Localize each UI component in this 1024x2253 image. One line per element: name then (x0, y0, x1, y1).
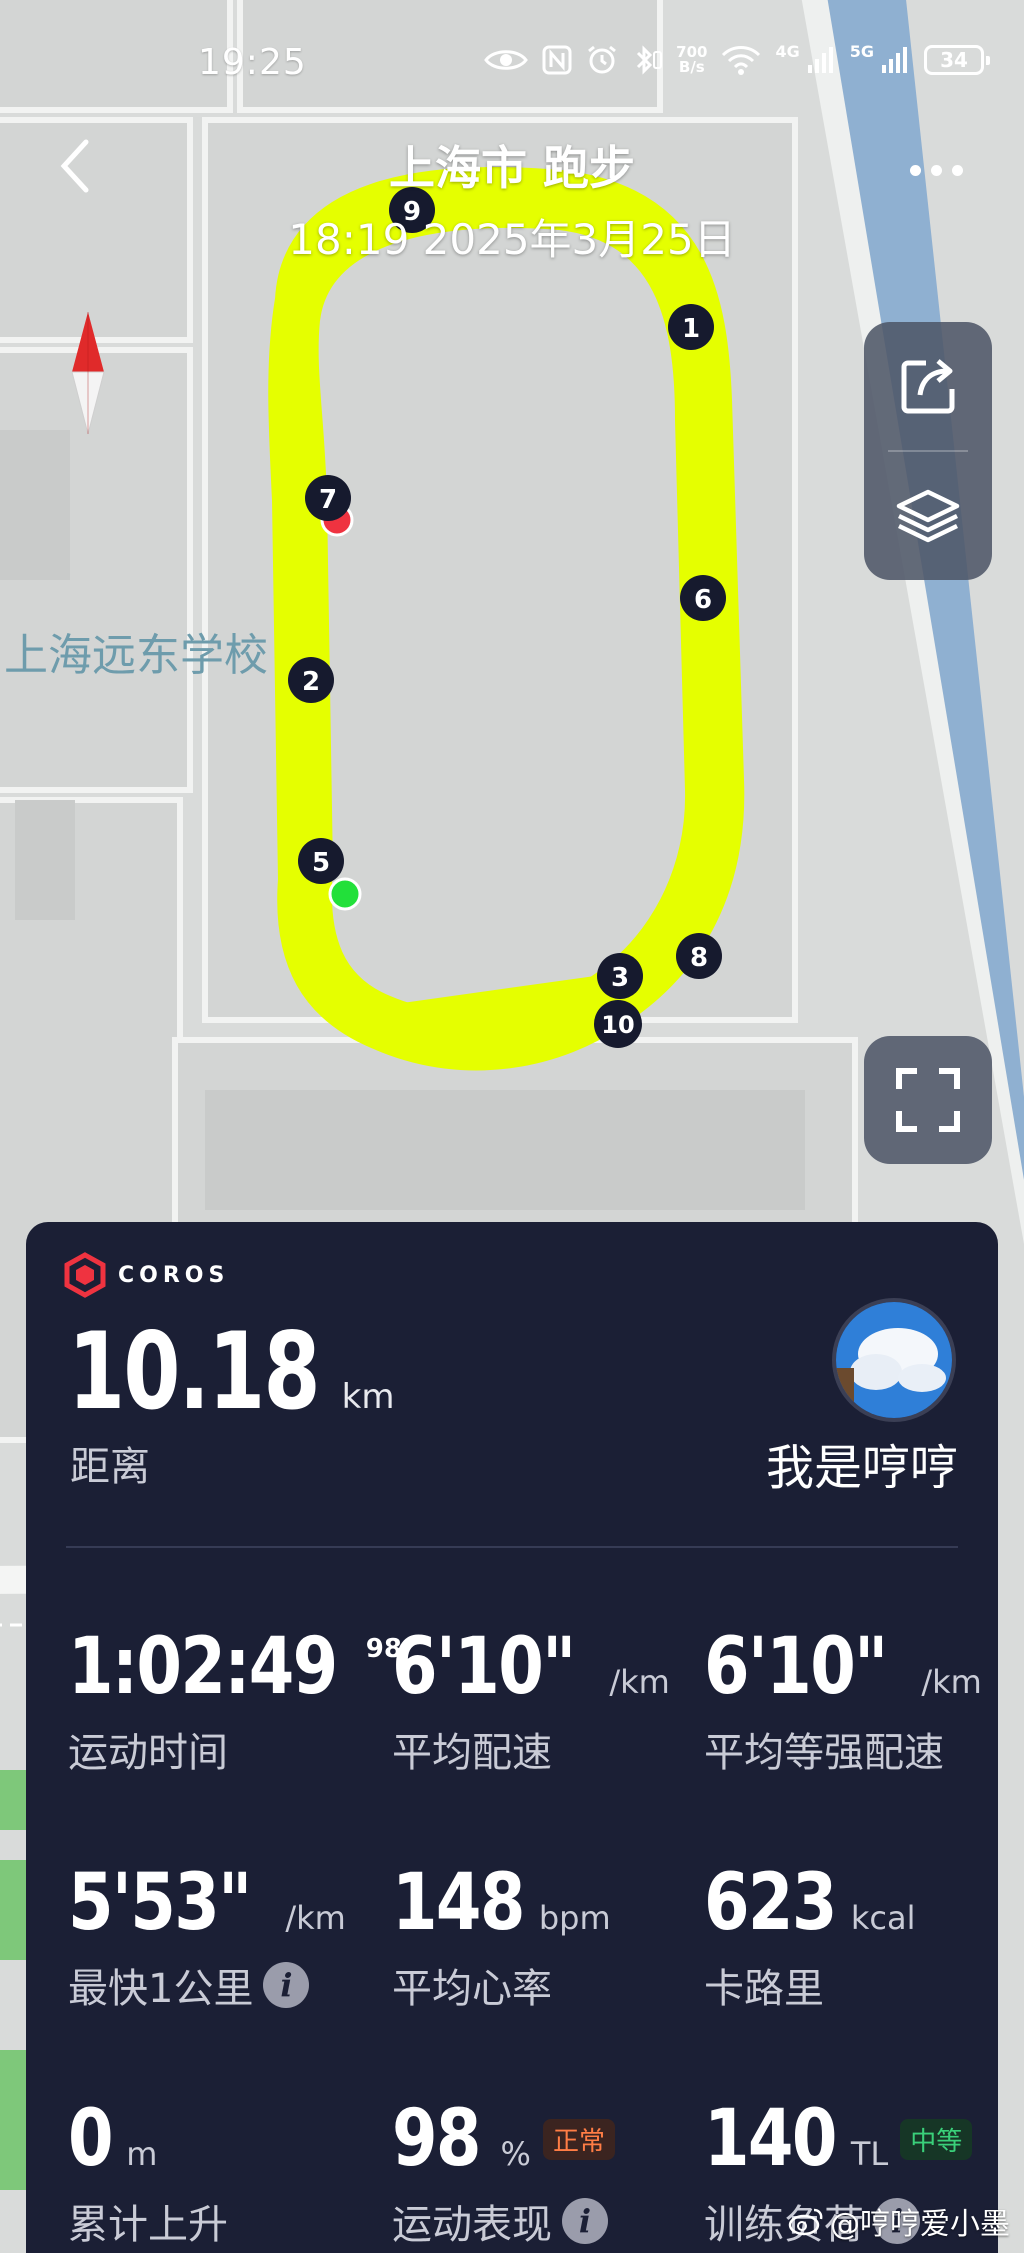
svg-text:6: 6 (694, 585, 712, 615)
signal-1-label: 4G (775, 42, 800, 61)
workout-summary-card: COROS 10.18 km 距离 我是哼哼 1:02:49 98 运动时间 6'… (26, 1222, 998, 2253)
start-marker[interactable] (328, 877, 362, 911)
lap-marker-1[interactable]: 1 (668, 304, 714, 350)
lap-marker-2[interactable]: 2 (288, 657, 334, 703)
page-title: 上海市 跑步 (388, 141, 635, 195)
map-tools (864, 322, 992, 580)
stat-elevation-gain: 0m 累计上升 (68, 2094, 228, 2248)
dot-icon (931, 164, 942, 176)
svg-text:7: 7 (319, 485, 337, 515)
svg-text:1: 1 (682, 314, 700, 344)
page-subtitle: 18:19 2025年3月25日 (288, 215, 736, 264)
info-icon[interactable]: i (562, 2198, 608, 2244)
distance-value: 10.18 km (68, 1310, 395, 1433)
dot-icon (910, 164, 921, 176)
signal-icon-2 (882, 47, 907, 73)
stat-avg-pace: 6'10"/km 平均配速 (392, 1622, 670, 1776)
svg-text:8: 8 (690, 943, 708, 973)
status-badge: 正常 (542, 2118, 615, 2160)
lap-marker-5[interactable]: 5 (298, 838, 344, 884)
lap-marker-6[interactable]: 6 (680, 575, 726, 621)
share-button[interactable] (864, 322, 992, 451)
lap-marker-7[interactable]: 7 (305, 475, 351, 521)
wifi-icon (722, 46, 761, 75)
svg-text:10: 10 (601, 1011, 634, 1039)
svg-text:5: 5 (312, 848, 330, 878)
lap-marker-10[interactable]: 10 (594, 1000, 642, 1048)
avatar[interactable] (832, 1298, 956, 1422)
svg-text:3: 3 (611, 963, 629, 993)
fullscreen-button[interactable] (864, 1036, 992, 1164)
net-speed: 700 B/s (676, 43, 708, 76)
eye-icon (484, 50, 529, 70)
brand-logo: COROS (64, 1252, 229, 1298)
nfc-icon (542, 45, 572, 75)
info-icon[interactable]: i (263, 1962, 310, 2008)
weibo-icon (788, 2208, 823, 2236)
lap-marker-8[interactable]: 8 (676, 933, 722, 979)
signal-2-label: 5G (849, 42, 874, 61)
lap-marker-3[interactable]: 3 (597, 953, 643, 999)
more-options-button[interactable] (910, 160, 970, 180)
status-badge: 中等 (900, 2118, 973, 2160)
layers-button[interactable] (864, 451, 992, 580)
card-divider (66, 1546, 958, 1548)
signal-icon (807, 47, 833, 73)
status-time: 19:25 (198, 42, 307, 83)
watermark: @哼哼爱小墨 (788, 2199, 1010, 2243)
username: 我是哼哼 (765, 1440, 958, 1496)
share-icon (901, 358, 955, 413)
fullscreen-icon (896, 1068, 960, 1132)
stat-duration: 1:02:49 98 运动时间 (68, 1622, 402, 1776)
bluetooth-icon (637, 45, 663, 75)
stat-avg-heart-rate: 148 bpm 平均心率 (392, 1858, 611, 2012)
coros-logo-icon (64, 1252, 106, 1298)
alarm-icon (588, 45, 617, 74)
dot-icon (952, 164, 963, 176)
place-label: 上海远东学校 (4, 630, 268, 681)
battery-icon: 34 (924, 45, 990, 75)
status-icons: 700 B/s 4G 5G 34 (484, 42, 990, 76)
stat-fastest-km: 5'53"/km 最快1公里 i (68, 1858, 346, 2012)
status-bar: 19:25 700 B/s 4G 5G 34 (0, 0, 1024, 130)
stat-grade-adjusted-pace: 6'10"/km 平均等强配速 (704, 1622, 982, 1776)
distance-label: 距离 (70, 1444, 150, 1490)
stat-calories: 623 kcal 卡路里 (704, 1858, 916, 2012)
layers-icon (896, 489, 960, 542)
svg-text:2: 2 (302, 667, 320, 697)
stat-performance: 98% 正常 运动表现 i (392, 2094, 615, 2250)
